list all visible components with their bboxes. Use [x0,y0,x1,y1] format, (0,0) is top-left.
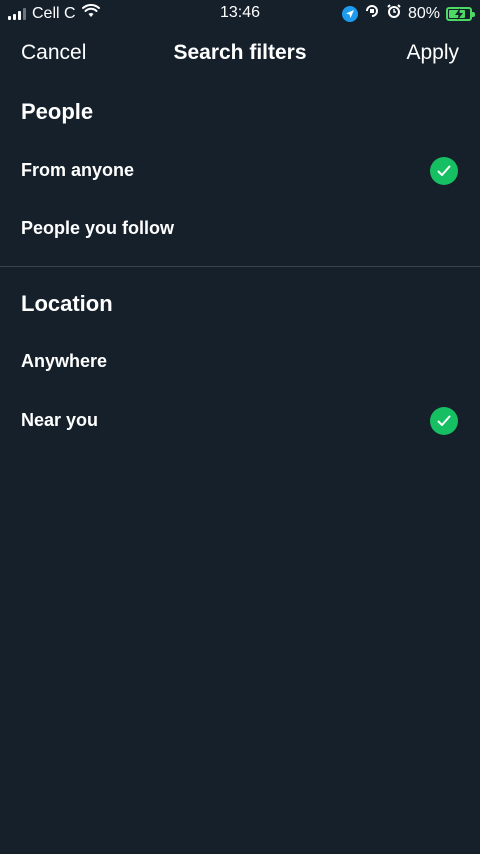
battery-icon [446,6,475,21]
option-anywhere[interactable]: Anywhere [0,336,480,388]
checkmark-icon [430,407,458,435]
checkmark-icon [430,157,458,185]
status-right: 80% [341,3,475,24]
option-label: Anywhere [21,351,108,371]
section-title-location: Location [21,291,113,316]
section-title-people: People [21,99,94,124]
option-label: From anyone [21,160,135,180]
alarm-icon [386,3,402,24]
battery-percent: 80% [407,4,440,22]
option-from-anyone[interactable]: From anyone [0,145,480,197]
option-label: People you follow [21,218,175,238]
rotation-lock-icon [364,3,380,24]
option-near-you[interactable]: Near you [0,395,480,447]
option-people-you-follow[interactable]: People you follow [0,203,480,255]
apply-button[interactable]: Apply [406,41,459,65]
location-arrow-icon [341,5,358,22]
section-divider [0,266,480,267]
status-bar: Cell C 13:46 80% [0,0,480,28]
option-label: Near you [21,410,99,430]
nav-bar: Cancel Search filters Apply [0,28,480,80]
